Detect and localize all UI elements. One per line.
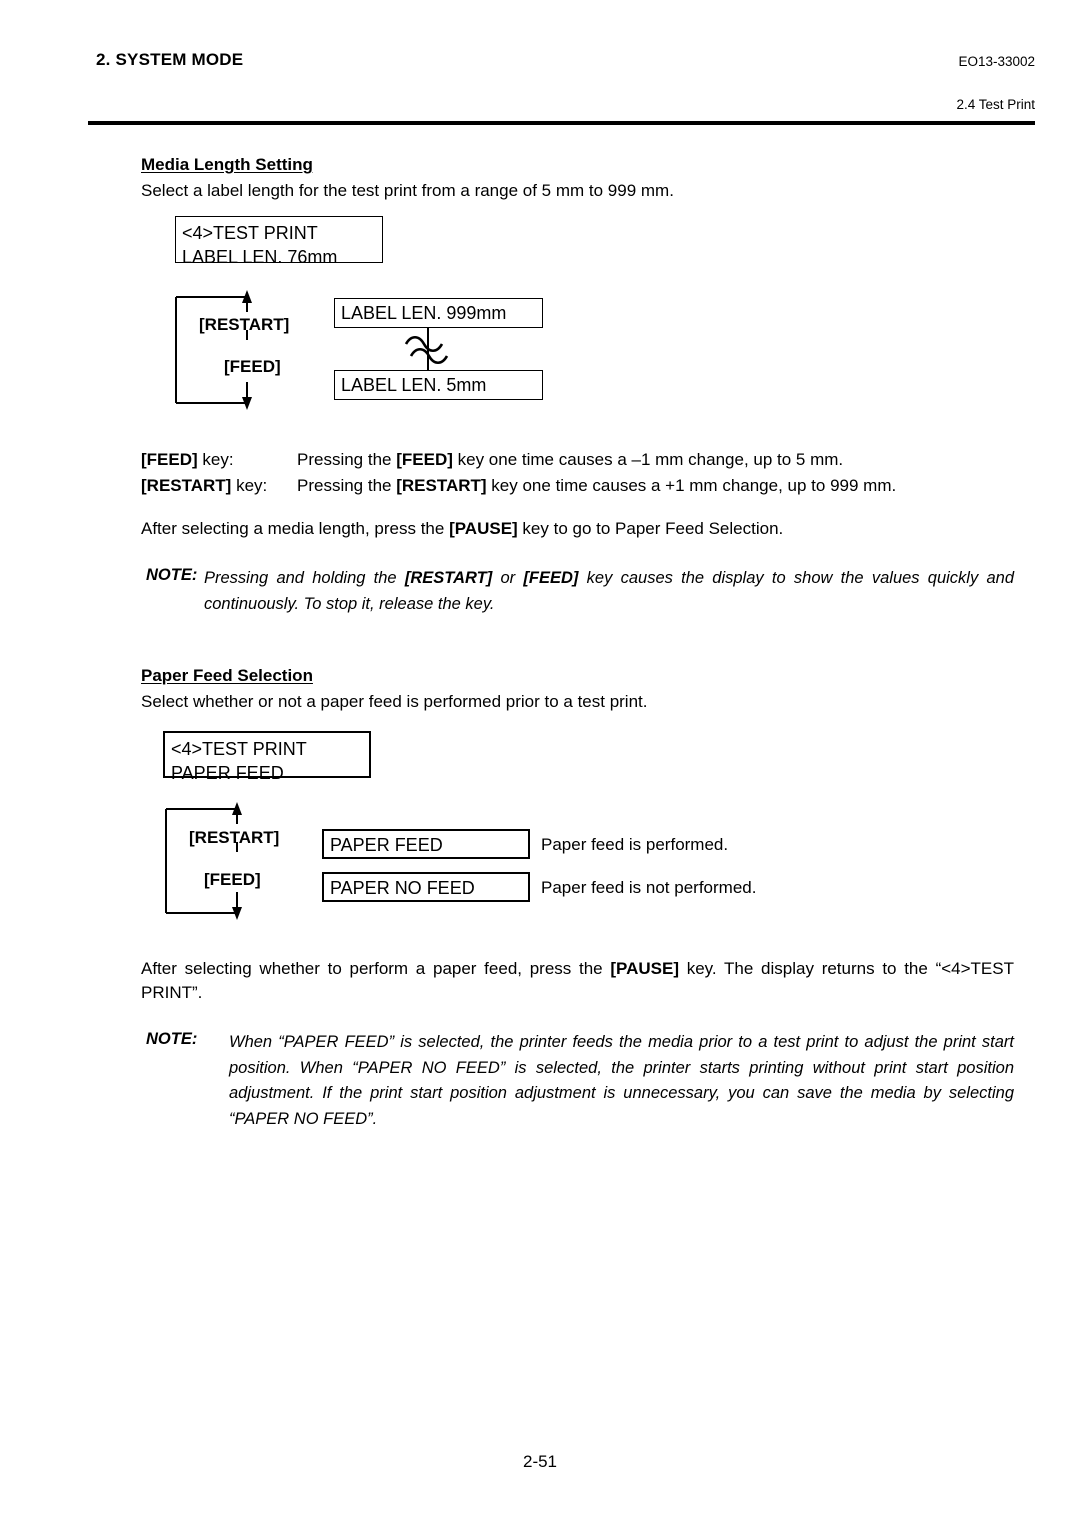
lcd-display-media-length: <4>TEST PRINT LABEL LEN. 76mm bbox=[175, 216, 383, 267]
after-pre: After selecting whether to perform a pap… bbox=[141, 959, 611, 978]
lcd-display-option-paper-no-feed: PAPER NO FEED bbox=[322, 872, 530, 902]
lcd-display-label-len-min: LABEL LEN. 5mm bbox=[334, 370, 543, 400]
key-label-feed-paper-feed: [FEED] bbox=[204, 870, 261, 889]
document-page: 2. SYSTEM MODE EO13-33002 2.4 Test Print… bbox=[0, 0, 1080, 1528]
desc-pre: Pressing the bbox=[297, 476, 397, 495]
after-pre: After selecting a media length, press th… bbox=[141, 519, 450, 538]
caption-option-paper-feed: Paper feed is performed. bbox=[541, 835, 729, 854]
key-cycle-bracket-media-length bbox=[168, 290, 268, 410]
after-key: [PAUSE] bbox=[610, 959, 679, 978]
key-row-feed-name: [FEED] bbox=[141, 450, 198, 469]
note-key-restart: [RESTART] bbox=[404, 569, 493, 587]
page-header-subsection: 2.4 Test Print bbox=[956, 97, 1035, 112]
desc-post: key one time causes a +1 mm change, up t… bbox=[486, 476, 897, 495]
media-length-after-text: After selecting a media length, press th… bbox=[141, 519, 783, 539]
range-break-connector bbox=[400, 328, 456, 370]
after-post: key. The display returns to the bbox=[679, 959, 928, 978]
key-cycle-bracket-graphic bbox=[165, 802, 242, 920]
note-mid: or bbox=[492, 569, 524, 587]
key-row-restart: [RESTART] key: bbox=[141, 476, 267, 496]
heading-paper-feed-selection: Paper Feed Selection bbox=[141, 666, 313, 685]
wave-break-icon bbox=[404, 328, 449, 370]
desc-pre: Pressing the bbox=[297, 450, 397, 469]
key-label-restart-paper-feed: [RESTART] bbox=[189, 828, 280, 847]
key-row-restart-suffix: key: bbox=[231, 476, 268, 495]
key-cycle-bracket-paper-feed bbox=[158, 802, 258, 920]
note-body-media-length: Pressing and holding the [RESTART] or [F… bbox=[204, 566, 1014, 617]
lcd-value-max: LABEL LEN. 999mm bbox=[341, 303, 507, 323]
key-row-feed: [FEED] key: bbox=[141, 450, 234, 470]
note-label-media-length: NOTE: bbox=[146, 566, 198, 584]
lcd-display-option-paper-feed: PAPER FEED bbox=[322, 829, 530, 859]
key-row-feed-suffix: key: bbox=[197, 450, 234, 469]
page-number-footer: 2-51 bbox=[522, 1452, 558, 1471]
caption-option-paper-no-feed: Paper feed is not performed. bbox=[541, 878, 757, 897]
heading-media-length-setting: Media Length Setting bbox=[141, 155, 313, 174]
lcd-display-label-len-max: LABEL LEN. 999mm bbox=[334, 298, 543, 328]
lcd-line-2: LABEL LEN. 76mm bbox=[182, 246, 338, 267]
page-header-doc-code: EO13-33002 bbox=[958, 54, 1035, 69]
lcd-value-min: LABEL LEN. 5mm bbox=[341, 375, 487, 395]
after-key: [PAUSE] bbox=[449, 519, 518, 538]
page-header-section-title: 2. SYSTEM MODE bbox=[96, 50, 244, 69]
key-label-restart-media-length: [RESTART] bbox=[199, 315, 290, 334]
paper-feed-intro-text: Select whether or not a paper feed is pe… bbox=[141, 692, 648, 711]
key-row-restart-name: [RESTART] bbox=[141, 476, 232, 495]
key-row-feed-desc: Pressing the [FEED] key one time causes … bbox=[297, 450, 843, 470]
paper-feed-after-text: After selecting whether to perform a pap… bbox=[141, 957, 1014, 1005]
note-key-feed: [FEED] bbox=[523, 569, 579, 587]
key-cycle-bracket-graphic bbox=[175, 290, 252, 410]
desc-post: key one time causes a –1 mm change, up t… bbox=[452, 450, 844, 469]
header-divider-rule bbox=[88, 121, 1035, 125]
note-pre: Pressing and holding the bbox=[204, 569, 405, 587]
note-body-paper-feed: When “PAPER FEED” is selected, the print… bbox=[229, 1033, 1014, 1128]
desc-key: [FEED] bbox=[396, 450, 453, 469]
media-length-intro-text: Select a label length for the test print… bbox=[141, 181, 674, 200]
desc-key: [RESTART] bbox=[396, 476, 487, 495]
note-label-paper-feed: NOTE: bbox=[146, 1030, 198, 1048]
lcd-option-value: PAPER FEED bbox=[330, 835, 443, 855]
key-label-feed-media-length: [FEED] bbox=[224, 357, 281, 376]
after-text-line-1: After selecting whether to perform a pap… bbox=[141, 959, 928, 978]
lcd-option-value: PAPER NO FEED bbox=[330, 878, 475, 898]
lcd-line-1: <4>TEST PRINT bbox=[182, 223, 318, 243]
lcd-display-paper-feed: <4>TEST PRINT PAPER FEED bbox=[163, 731, 371, 783]
after-post: key to go to Paper Feed Selection. bbox=[517, 519, 784, 538]
lcd-line-1: <4>TEST PRINT bbox=[171, 739, 307, 759]
lcd-line-2: PAPER FEED bbox=[171, 762, 284, 783]
key-row-restart-desc: Pressing the [RESTART] key one time caus… bbox=[297, 476, 896, 496]
